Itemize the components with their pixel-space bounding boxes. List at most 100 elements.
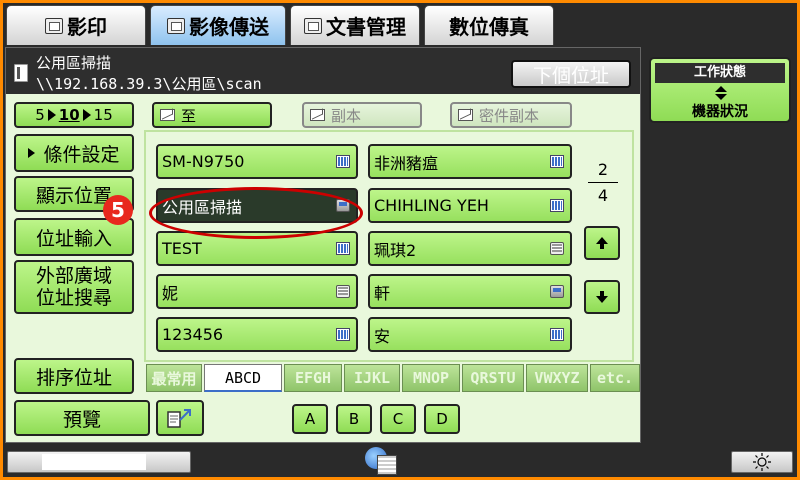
show-position-label: 顯示位置: [35, 184, 112, 207]
address-name: 軒: [374, 283, 391, 303]
status-message-box[interactable]: [7, 451, 191, 473]
count-10: 10: [58, 106, 80, 124]
arrow-up-icon: [596, 237, 608, 249]
address-entry[interactable]: 安: [368, 317, 572, 352]
mail-icon: [458, 109, 473, 121]
conditions-button[interactable]: 條件設定: [14, 134, 134, 172]
global-search-label-2: 位址搜尋: [35, 287, 112, 309]
toggle-arrows-icon: [715, 86, 727, 100]
to-button[interactable]: 至: [152, 102, 272, 128]
arrow-down-icon: [596, 291, 608, 303]
address-name: 珮琪2: [374, 240, 417, 260]
scanner-icon: [550, 242, 564, 255]
address-name: SM-N9750: [162, 152, 245, 171]
display-count-button[interactable]: 5 10 15: [14, 102, 134, 128]
address-book-icon: [336, 328, 350, 341]
address-entry[interactable]: 非洲豬瘟: [368, 144, 572, 179]
page-current: 2: [597, 160, 609, 179]
message-field: [42, 454, 146, 470]
touch-screen: 影印 影像傳送 文書管理 數位傳真 公用區掃描 \\192.168.39.3\公…: [3, 3, 797, 477]
preview-button[interactable]: 預覽: [14, 400, 150, 436]
address-entry[interactable]: 123456: [156, 317, 358, 352]
machine-status-label: 機器狀況: [692, 104, 748, 120]
bcc-button[interactable]: 密件副本: [450, 102, 572, 128]
page-divider: [588, 182, 618, 183]
index-tab-qrstu[interactable]: QRSTU: [462, 364, 524, 392]
step-badge: 5: [103, 195, 133, 225]
arrow-right-icon: [28, 148, 36, 158]
address-entry[interactable]: 妮: [156, 274, 358, 309]
index-tab-vwxyz[interactable]: VWXYZ: [526, 364, 588, 392]
tab-image-send[interactable]: 影像傳送: [150, 5, 286, 45]
address-name: TEST: [162, 239, 202, 258]
to-label: 至: [181, 106, 197, 125]
sort-address-button[interactable]: 排序位址: [14, 358, 134, 394]
address-book-icon: [550, 155, 564, 168]
copy-icon: [45, 17, 63, 34]
global-address-search-button[interactable]: 外部廣域 位址搜尋: [14, 260, 134, 314]
arrow-right-icon: [82, 109, 91, 121]
check-mail-icon: [160, 109, 175, 121]
tab-document-filing[interactable]: 文書管理: [290, 5, 420, 45]
preview-label: 預覽: [62, 408, 101, 431]
mail-icon: [310, 109, 325, 121]
arrow-right-icon: [47, 109, 56, 121]
address-book-icon: [336, 242, 350, 255]
address-input-label: 位址輸入: [35, 227, 112, 250]
letter-a-button[interactable]: A: [292, 404, 328, 434]
address-book-icon: [336, 155, 350, 168]
page-indicator: 2 4: [588, 160, 618, 205]
tab-copy[interactable]: 影印: [6, 5, 146, 45]
global-search-label-1: 外部廣域: [35, 265, 112, 287]
address-entry[interactable]: 軒: [368, 274, 572, 309]
cc-button[interactable]: 副本: [302, 102, 422, 128]
next-address-button[interactable]: 下個位址: [511, 60, 631, 88]
index-tab-frequent[interactable]: 最常用: [146, 364, 202, 392]
count-5: 5: [35, 106, 45, 124]
address-book-icon: [550, 199, 564, 212]
address-name: 123456: [162, 325, 224, 344]
address-name: CHIHLING YEH: [374, 196, 489, 215]
index-tab-mnop[interactable]: MNOP: [402, 364, 460, 392]
preview-mode-button[interactable]: [156, 400, 204, 436]
scanner-icon: [336, 285, 350, 298]
address-entry[interactable]: 珮琪2: [368, 231, 572, 266]
address-name: 非洲豬瘟: [374, 153, 439, 173]
index-tab-etc[interactable]: etc.: [590, 364, 640, 392]
destination-header: 公用區掃描 \\192.168.39.3\公用區\scan 下個位址: [6, 48, 640, 94]
job-status-button[interactable]: 工作狀態 機器狀況: [649, 57, 791, 123]
address-entry[interactable]: SM-N9750: [156, 144, 358, 179]
preview-icon: [167, 409, 191, 428]
document-filing-icon: [304, 17, 322, 34]
tab-label: 影印: [67, 15, 107, 39]
conditions-label: 條件設定: [43, 143, 120, 166]
tab-label: 影像傳送: [189, 15, 269, 39]
letter-b-button[interactable]: B: [336, 404, 372, 434]
page-total: 4: [597, 186, 609, 205]
address-book-icon: [550, 328, 564, 341]
highlight-ring: [149, 187, 363, 239]
address-entry[interactable]: CHIHLING YEH: [368, 188, 572, 223]
address-name: 安: [374, 326, 391, 346]
letter-c-button[interactable]: C: [380, 404, 416, 434]
tab-label: 文書管理: [326, 15, 406, 39]
document-icon: [377, 455, 397, 475]
index-tab-ijkl[interactable]: IJKL: [344, 364, 400, 392]
scroll-down-button[interactable]: [584, 280, 620, 314]
tab-label: 數位傳真: [449, 15, 529, 39]
network-folder-icon: [550, 285, 564, 298]
job-in-progress-icon[interactable]: [365, 447, 401, 475]
brightness-button[interactable]: [731, 451, 793, 473]
scroll-up-button[interactable]: [584, 226, 620, 260]
index-tab-efgh[interactable]: EFGH: [284, 364, 342, 392]
sort-label: 排序位址: [35, 366, 112, 389]
system-bar: [3, 443, 797, 477]
cc-label: 副本: [331, 106, 362, 125]
tab-digital-fax[interactable]: 數位傳真: [424, 5, 554, 45]
bcc-label: 密件副本: [479, 106, 540, 125]
letter-d-button[interactable]: D: [424, 404, 460, 434]
count-15: 15: [93, 106, 113, 124]
index-tab-abcd[interactable]: ABCD: [204, 364, 282, 392]
destination-title: 公用區掃描: [36, 54, 112, 72]
address-name: 妮: [162, 283, 179, 303]
